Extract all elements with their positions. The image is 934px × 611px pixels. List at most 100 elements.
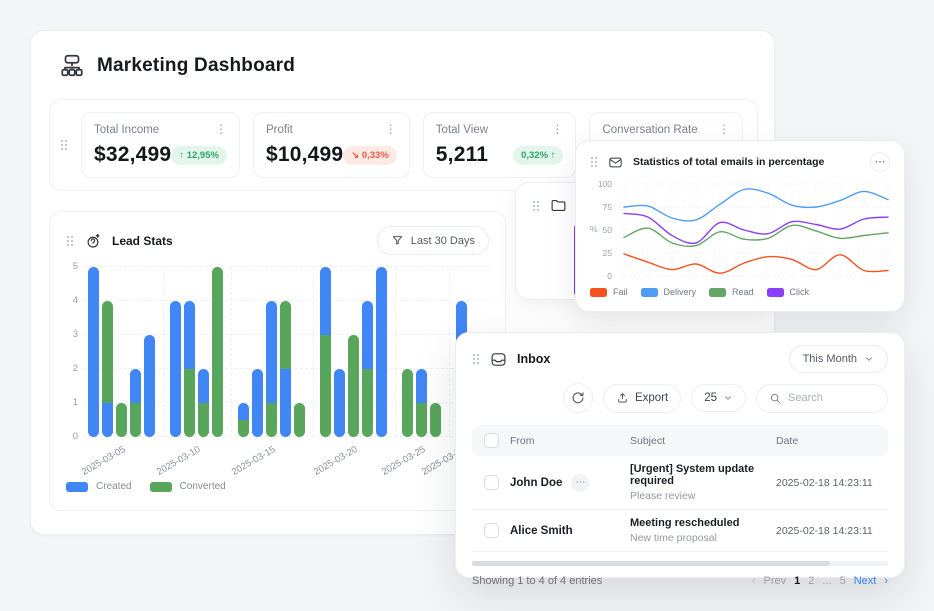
y-axis-tick: 0 [607,271,612,281]
row-checkbox[interactable] [484,523,499,538]
kebab-menu-icon[interactable]: ⋮ [385,124,397,134]
stacked-bar [170,301,181,437]
bar-segment-created [252,369,263,437]
y-axis-tick: 0 [73,431,78,442]
envelope-icon [608,155,623,170]
line-series-fail [624,254,888,273]
email-preview: New time proposal [630,532,776,544]
folder-icon [550,197,567,214]
next-button[interactable]: Next [854,575,877,587]
bar-segment-converted [116,403,127,437]
stacked-bar [294,403,305,437]
bar-segment-created [102,403,113,437]
y-axis-tick: 4 [73,295,78,306]
bar-segment-converted [184,369,195,437]
more-options-icon[interactable]: ⋯ [870,152,890,172]
trend-badge: ↑ 12,95% [171,146,227,165]
stacked-bar [144,335,155,437]
page-1[interactable]: 1 [794,575,800,587]
bar-segment-converted [320,335,331,437]
drag-handle[interactable] [66,235,74,247]
export-button[interactable]: Export [603,384,681,413]
bar-chart-legend: CreatedConverted [66,481,489,492]
entries-summary: Showing 1 to 4 of 4 entries [472,575,602,587]
drag-handle[interactable] [60,139,68,151]
bar-segment-created [320,267,331,335]
line-chart-legend: Fail Delivery Read Click [590,287,890,297]
y-axis-tick: 75 [603,202,612,212]
legend-item: Fail [590,287,628,297]
filter-button[interactable]: Last 30 Days [377,226,489,255]
page-title: Marketing Dashboard [97,55,295,77]
legend-label: Converted [180,481,226,492]
pagination: ‹ Prev 1 2 ... 5 Next › [752,575,888,587]
panel-title: Statistics of total emails in percentage [633,156,824,168]
legend-swatch [709,288,726,297]
kebab-menu-icon[interactable]: ⋮ [551,124,563,134]
export-icon [616,392,629,405]
inbox-icon [490,351,507,368]
bar-gridline [84,266,489,267]
horizontal-scrollbar [472,561,888,566]
legend-swatch [767,288,784,297]
row-menu-icon[interactable]: ⋯ [571,474,589,492]
funnel-icon [391,234,404,247]
legend-item: Converted [150,481,226,492]
bar-segment-created [130,369,141,403]
trend-badge: 0,32% ↑ [513,146,563,165]
column-header-date: Date [776,435,888,447]
stat-card-total-view: Total View ⋮ 5,211 0,32% ↑ [423,112,577,178]
line-series-delivery [624,189,888,221]
bar-segment-created [376,267,387,437]
table-header-row: From Subject Date [472,425,888,456]
bar-segment-created [184,301,195,369]
refresh-button[interactable] [563,383,593,413]
page-size-value: 25 [704,392,717,404]
sender-name: Alice Smith [510,525,573,537]
scrollbar-thumb[interactable] [472,561,830,566]
page-size-dropdown[interactable]: 25 [691,384,746,412]
drag-handle[interactable] [532,200,540,212]
email-date: 2025-02-18 14:23:11 [776,477,888,489]
legend-item: Read [709,287,754,297]
drag-handle[interactable] [590,156,598,168]
bar-segment-converted [130,403,141,437]
next-arrow-icon[interactable]: › [884,575,888,587]
table-row[interactable]: Alice Smith Meeting rescheduled New time… [472,510,888,552]
bar-chart-plot [84,267,489,437]
sender-name: John Doe [510,477,562,489]
page-5[interactable]: 5 [840,575,846,587]
select-all-checkbox[interactable] [484,433,499,448]
stat-label: Total View [436,124,488,136]
stacked-bar [238,403,249,437]
email-preview: Please review [630,490,776,502]
y-axis-tick: 3 [73,329,78,340]
email-subject: Meeting rescheduled [630,517,776,529]
row-checkbox[interactable] [484,475,499,490]
prev-button[interactable]: Prev [764,575,787,587]
kebab-menu-icon[interactable]: ⋮ [215,124,227,134]
x-axis-label: 2025-03-05 [79,444,127,478]
bar-segment-created [198,369,209,403]
bar-segment-created [266,301,277,403]
search-input[interactable] [788,392,880,404]
legend-item: Delivery [641,287,697,297]
sitemap-icon [59,53,85,79]
bar-segment-converted [402,369,413,437]
x-axis-label: 2025-03-15 [229,444,277,478]
line-chart-y-axis: 0255075100% [590,180,620,280]
legend-label: Click [790,287,810,297]
bar-segment-converted [102,301,113,403]
drag-handle[interactable] [472,353,480,365]
kebab-menu-icon[interactable]: ⋮ [718,124,730,134]
chevron-down-icon [864,354,874,364]
stacked-bar [416,369,427,437]
page-2[interactable]: 2 [808,575,814,587]
period-dropdown[interactable]: This Month [789,345,888,373]
legend-swatch [150,482,172,492]
panel-title: Inbox [517,352,550,366]
stacked-bar [88,267,99,437]
bar-segment-converted [212,267,223,437]
table-row[interactable]: John Doe ⋯ [Urgent] System update requir… [472,456,888,510]
prev-arrow-icon[interactable]: ‹ [752,575,756,587]
